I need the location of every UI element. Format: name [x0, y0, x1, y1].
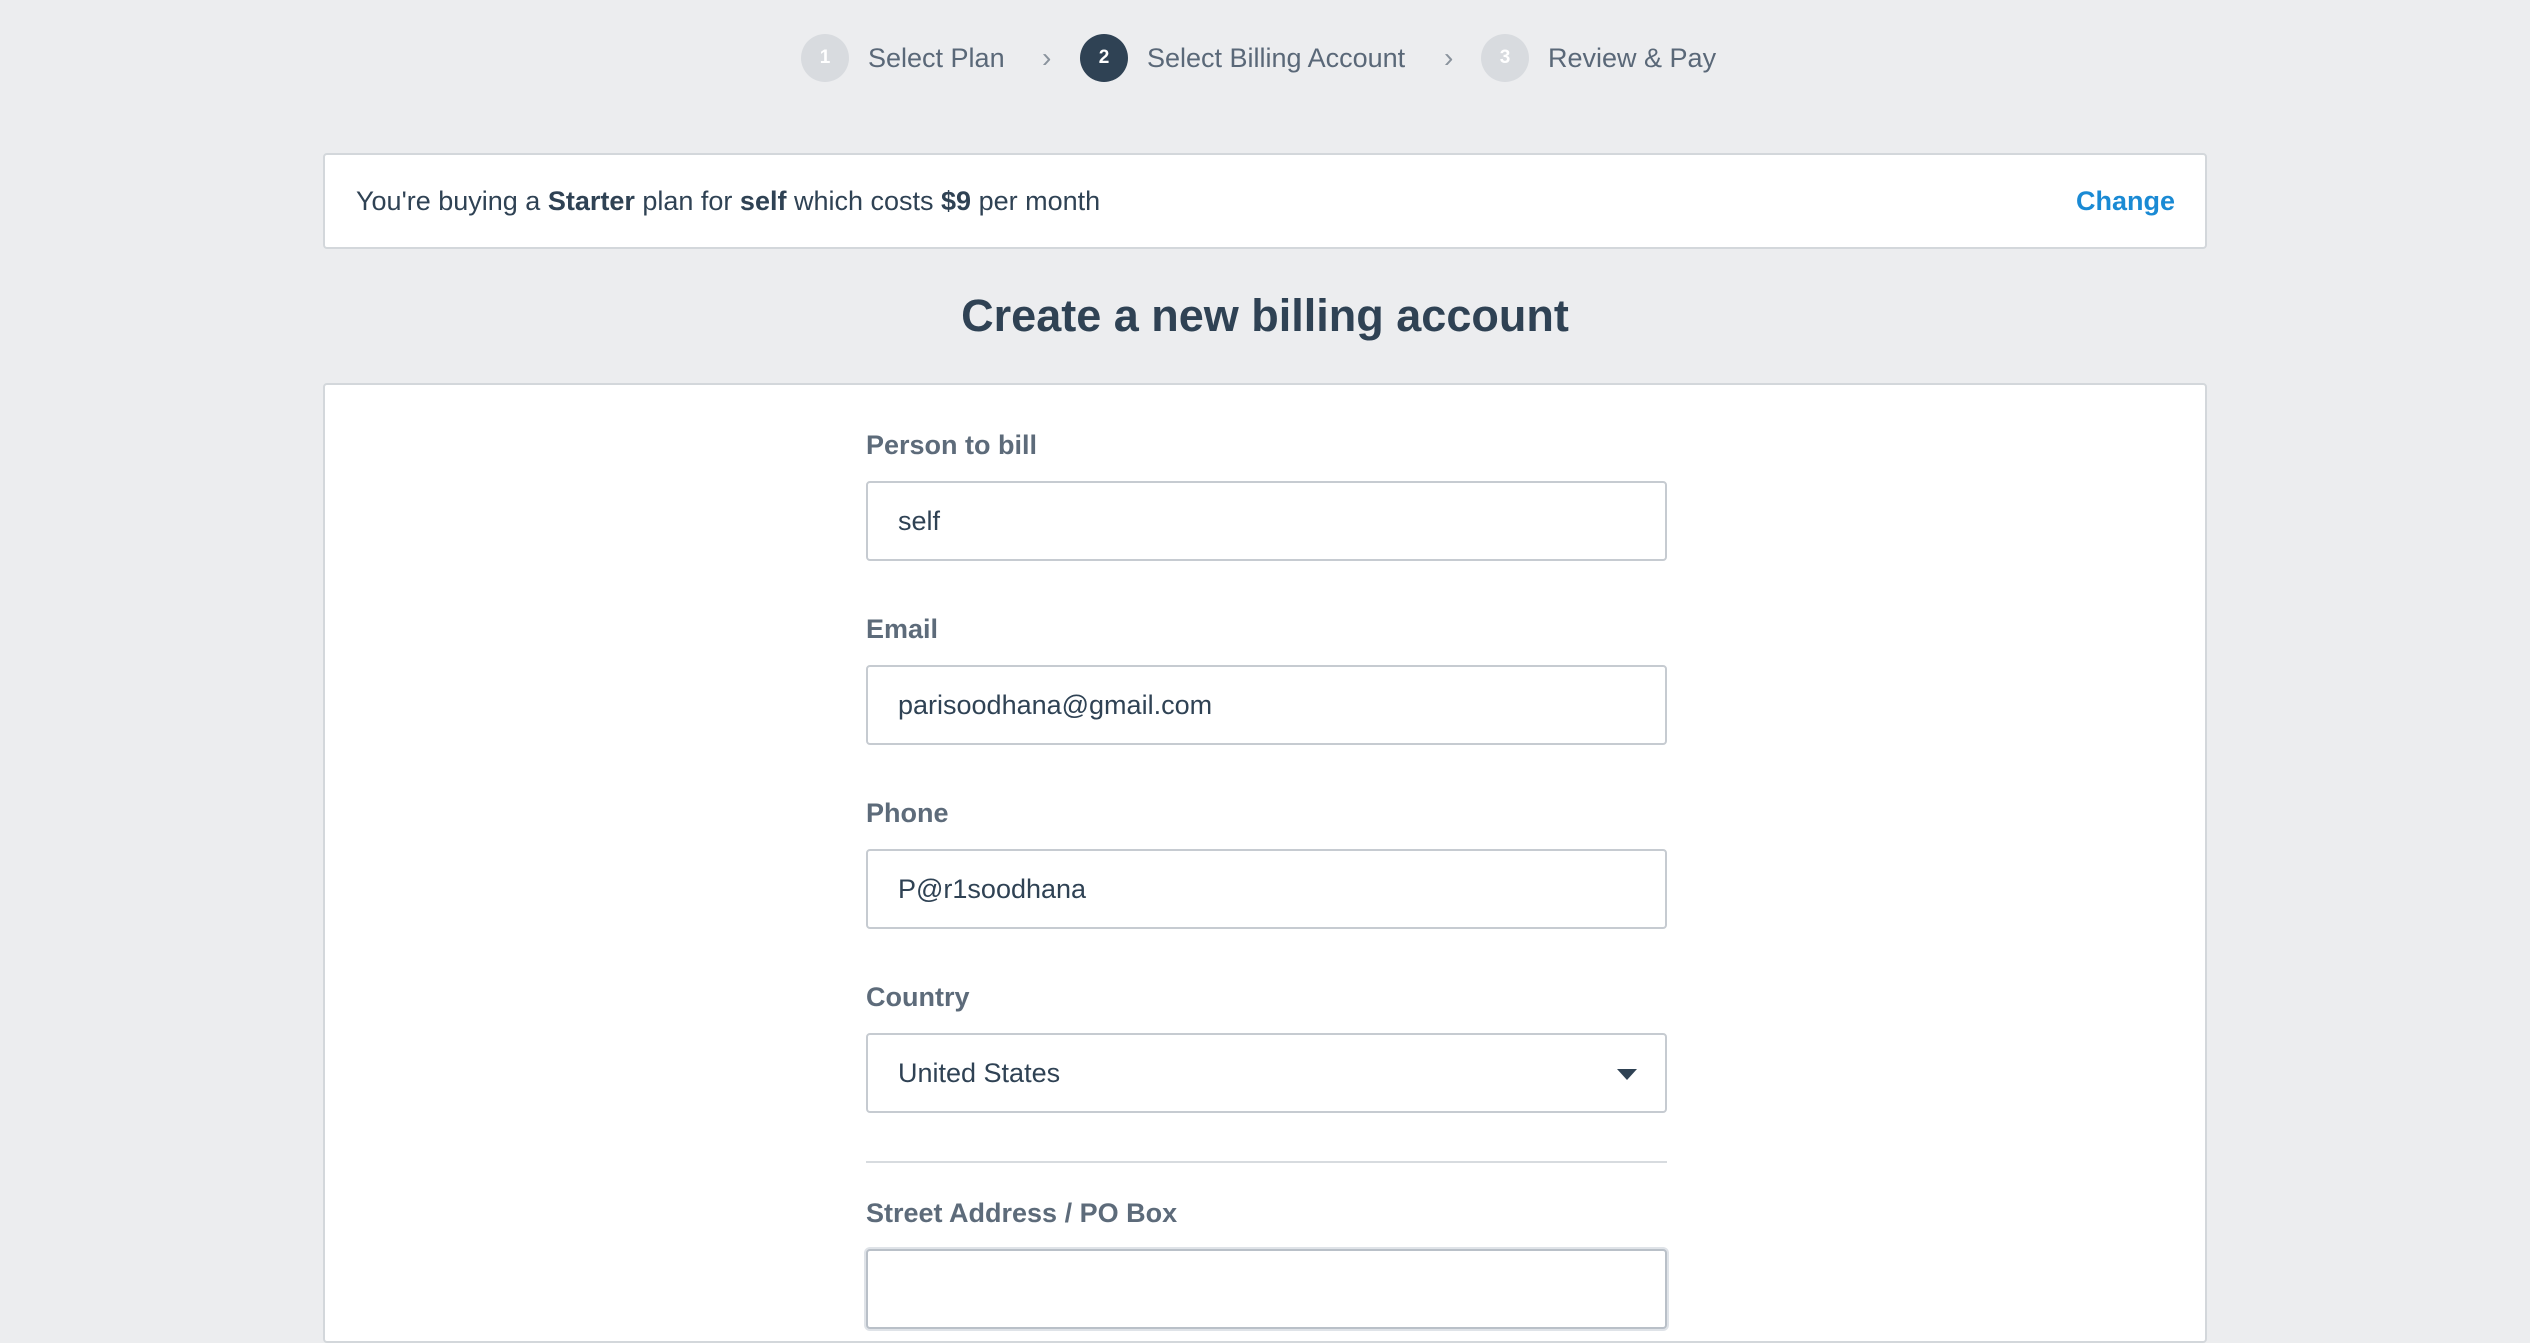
street-address-field: Street Address / PO Box — [866, 1197, 1667, 1329]
step-label-select-billing-account: Select Billing Account — [1147, 42, 1406, 73]
country-select[interactable]: United States — [866, 1033, 1667, 1113]
country-select-value: United States — [898, 1058, 1061, 1088]
plan-summary-text: You're buying a Starter plan for self wh… — [356, 155, 1100, 247]
person-to-bill-field: Person to bill — [866, 429, 1667, 561]
step-select-billing-account[interactable]: 2 Select Billing Account — [1080, 32, 1405, 84]
step-number-1: 1 — [801, 34, 849, 82]
summary-middle-1: plan for — [634, 186, 740, 216]
country-field: Country United States — [866, 981, 1667, 1113]
phone-input[interactable] — [866, 849, 1667, 929]
email-label: Email — [866, 614, 939, 644]
chevron-right-icon: › — [1444, 42, 1454, 73]
summary-middle-2: which costs — [786, 186, 942, 216]
summary-person: self — [739, 186, 787, 216]
step-select-plan[interactable]: 1 Select Plan — [801, 32, 1005, 84]
checkout-stepper: 1 Select Plan › 2 Select Billing Account… — [0, 32, 2530, 84]
summary-suffix: per month — [971, 186, 1101, 216]
chevron-right-icon: › — [1042, 42, 1052, 73]
step-number-2: 2 — [1080, 34, 1128, 82]
phone-field: Phone — [866, 797, 1667, 929]
page-title: Create a new billing account — [961, 290, 1569, 341]
street-address-input[interactable] — [866, 1249, 1667, 1329]
step-label-select-plan: Select Plan — [868, 42, 1005, 73]
street-address-label: Street Address / PO Box — [866, 1198, 1178, 1228]
billing-account-form: Person to bill Email Phone Country Unite… — [323, 383, 2207, 1343]
step-number-3: 3 — [1481, 34, 1529, 82]
summary-plan-name: Starter — [547, 186, 635, 216]
country-label: Country — [866, 982, 970, 1012]
section-divider — [866, 1161, 1667, 1163]
email-field: Email — [866, 613, 1667, 745]
person-to-bill-input[interactable] — [866, 481, 1667, 561]
caret-down-icon — [1617, 1069, 1637, 1080]
change-plan-link[interactable]: Change — [2076, 155, 2175, 247]
step-review-pay[interactable]: 3 Review & Pay — [1481, 32, 1716, 84]
plan-summary-banner: You're buying a Starter plan for self wh… — [323, 153, 2207, 249]
summary-price: $9 — [941, 186, 972, 216]
email-input[interactable] — [866, 665, 1667, 745]
summary-prefix: You're buying a — [356, 186, 548, 216]
step-label-review-pay: Review & Pay — [1548, 42, 1717, 73]
person-to-bill-label: Person to bill — [866, 430, 1038, 460]
phone-label: Phone — [866, 798, 949, 828]
